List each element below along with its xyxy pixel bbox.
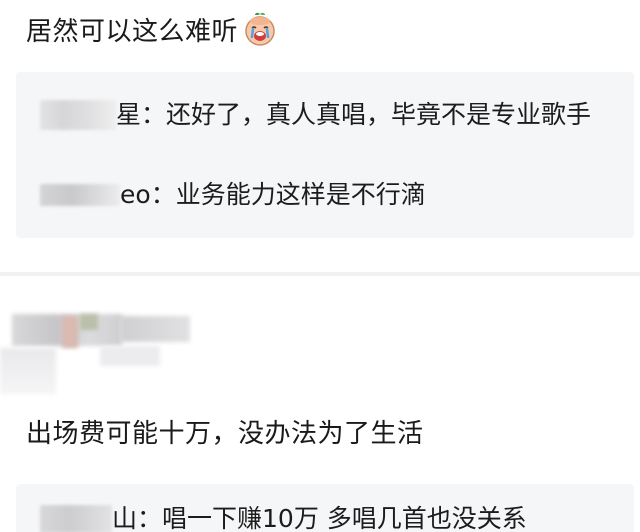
comment-text: 居然可以这么难听 [26, 17, 239, 47]
comment-text: 出场费可能十万，没办法为了生活 [26, 419, 424, 449]
reply-item: 山：唱一下赚10万 多唱几首也没关系 [40, 500, 527, 532]
reply-item: 星：还好了，真人真唱，毕竟不是专业歌手 [40, 96, 591, 140]
comment-item: 居然可以这么难听 星：还好了，真人真唱，毕竟不是专业歌手 eo：业务能力这样是不… [0, 0, 640, 272]
reply-list: 山：唱一下赚10万 多唱几首也没关系 [16, 484, 634, 532]
reply-text: ：还好了，真人真唱，毕竟不是专业歌手 [141, 100, 592, 129]
username-tail[interactable]: eo [120, 173, 151, 217]
username-tail[interactable]: 山 [112, 497, 137, 532]
reply-text: ：业务能力这样是不行滴 [150, 180, 426, 209]
reply-text: ：唱一下赚10万 多唱几首也没关系 [137, 504, 527, 532]
reply-item: eo：业务能力这样是不行滴 [40, 176, 426, 220]
blurred-user-header[interactable] [0, 312, 190, 394]
blurred-username[interactable] [40, 505, 112, 532]
comment-item: 出场费可能十万，没办法为了生活 山：唱一下赚10万 多唱几首也没关系 [0, 276, 640, 532]
crying-face-icon [242, 11, 278, 47]
comment-feed: 居然可以这么难听 星：还好了，真人真唱，毕竟不是专业歌手 eo：业务能力这样是不… [0, 0, 640, 532]
comment-body: 居然可以这么难听 [26, 12, 278, 52]
username-tail[interactable]: 星 [116, 93, 141, 137]
blurred-username[interactable] [40, 100, 116, 130]
blurred-username[interactable] [40, 184, 120, 206]
reply-list: 星：还好了，真人真唱，毕竟不是专业歌手 eo：业务能力这样是不行滴 [16, 72, 634, 238]
